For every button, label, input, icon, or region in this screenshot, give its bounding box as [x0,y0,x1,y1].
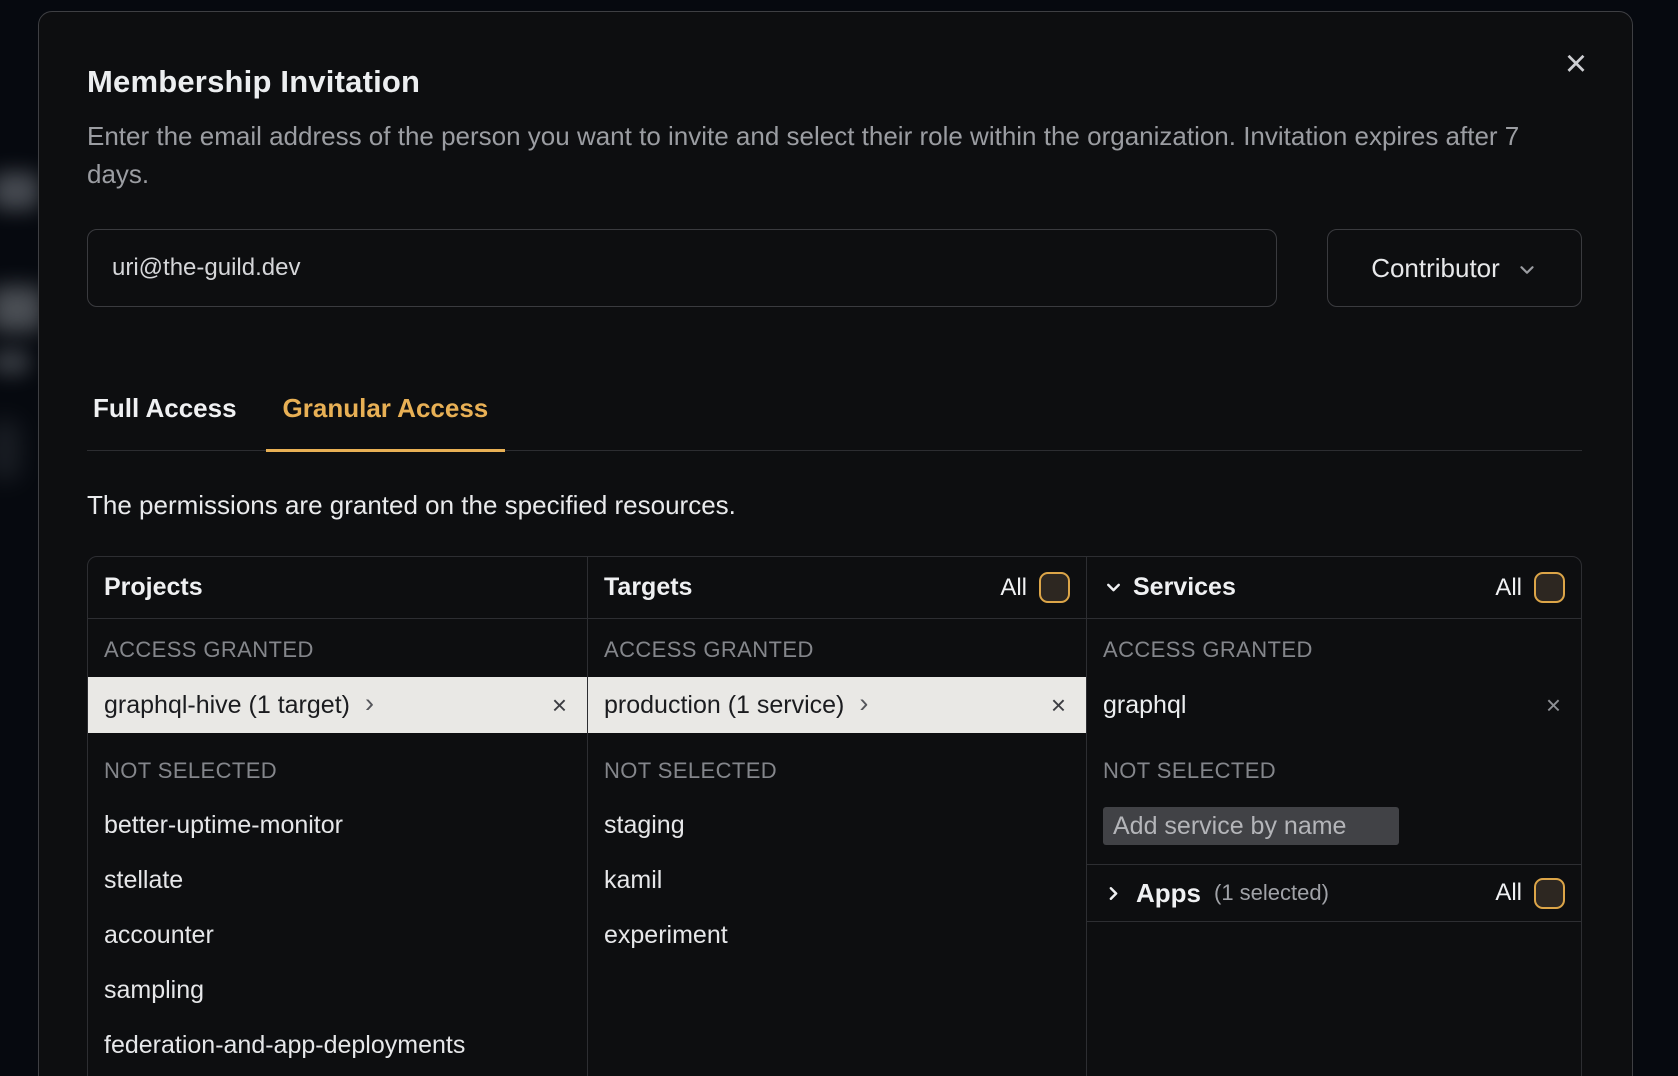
role-select[interactable]: Contributor [1327,229,1582,307]
chevron-right-icon: › [365,690,374,721]
apps-label: Apps [1136,878,1201,909]
services-header[interactable]: Services All [1087,557,1581,619]
remove-project-icon[interactable]: × [552,692,567,718]
access-tabs: Full Access Granular Access [87,393,1582,451]
invite-row: Contributor [87,229,1582,307]
apps-all-label: All [1495,879,1522,907]
selected-service-row: graphql × [1087,677,1581,733]
services-not-selected-label: NOT SELECTED [1103,756,1565,786]
services-column: Services All ACCESS GRANTED graphql × NO… [1087,557,1581,1076]
remove-service-icon[interactable]: × [1546,692,1561,718]
role-select-value: Contributor [1371,253,1500,284]
email-input[interactable] [87,229,1277,307]
background-blur-artifact [0,172,40,210]
apps-select-all[interactable]: All [1495,878,1565,909]
selected-service-name: graphql [1103,691,1186,720]
project-list-item[interactable]: better-uptime-monitor [88,798,587,853]
services-access-granted-label: ACCESS GRANTED [1103,635,1565,665]
target-list-item[interactable]: experiment [588,908,1086,963]
selected-project-row[interactable]: graphql-hive (1 target) › × [88,677,587,733]
membership-invitation-dialog: × Membership Invitation Enter the email … [38,11,1633,1076]
projects-access-granted-label: ACCESS GRANTED [104,635,571,665]
chevron-right-icon [1103,883,1124,904]
target-list-item[interactable]: staging [588,798,1086,853]
targets-select-all[interactable]: All [1000,572,1070,603]
permissions-note: The permissions are granted on the speci… [87,490,1582,521]
apps-section-row[interactable]: Apps (1 selected) All [1087,864,1581,922]
project-list-item[interactable]: federation-and-app-deployments [88,1018,587,1073]
dialog-description: Enter the email address of the person yo… [87,117,1582,193]
apps-all-checkbox[interactable] [1534,878,1565,909]
targets-all-checkbox[interactable] [1039,572,1070,603]
apps-selected-count: (1 selected) [1214,880,1329,906]
selected-target-name: production (1 service) [604,691,844,720]
services-select-all[interactable]: All [1495,572,1565,603]
chevron-down-icon [1516,259,1538,281]
targets-not-selected-label: NOT SELECTED [604,756,1070,786]
add-service-input[interactable] [1103,807,1399,845]
targets-access-granted-label: ACCESS GRANTED [604,635,1070,665]
targets-not-selected-list: staging kamil experiment [588,798,1086,963]
remove-target-icon[interactable]: × [1051,692,1066,718]
targets-header: Targets All [588,557,1086,619]
project-list-item[interactable]: sampling [88,963,587,1018]
projects-header-title: Projects [104,573,203,602]
background-blur-artifact [0,420,20,480]
targets-header-title: Targets [604,573,692,602]
target-list-item[interactable]: kamil [588,853,1086,908]
tab-full-access[interactable]: Full Access [87,393,252,452]
resource-selector-table: Projects ACCESS GRANTED graphql-hive (1 … [87,556,1582,1076]
services-all-checkbox[interactable] [1534,572,1565,603]
dialog-title: Membership Invitation [87,64,1582,100]
services-all-label: All [1495,574,1522,602]
services-header-title: Services [1133,573,1236,602]
chevron-down-icon [1103,577,1124,598]
background-blur-artifact [0,348,30,376]
chevron-right-icon: › [859,690,868,721]
project-list-item[interactable]: stellate [88,853,587,908]
projects-header: Projects [88,557,587,619]
selected-target-row[interactable]: production (1 service) › × [588,677,1086,733]
targets-column: Targets All ACCESS GRANTED production (1… [588,557,1087,1076]
selected-project-name: graphql-hive (1 target) [104,691,350,720]
tab-granular-access[interactable]: Granular Access [266,393,506,452]
projects-column: Projects ACCESS GRANTED graphql-hive (1 … [88,557,588,1076]
projects-not-selected-label: NOT SELECTED [104,756,571,786]
targets-all-label: All [1000,574,1027,602]
close-icon: × [1565,43,1587,85]
close-button[interactable]: × [1556,44,1596,84]
projects-not-selected-list: better-uptime-monitor stellate accounter… [88,798,587,1073]
project-list-item[interactable]: accounter [88,908,587,963]
